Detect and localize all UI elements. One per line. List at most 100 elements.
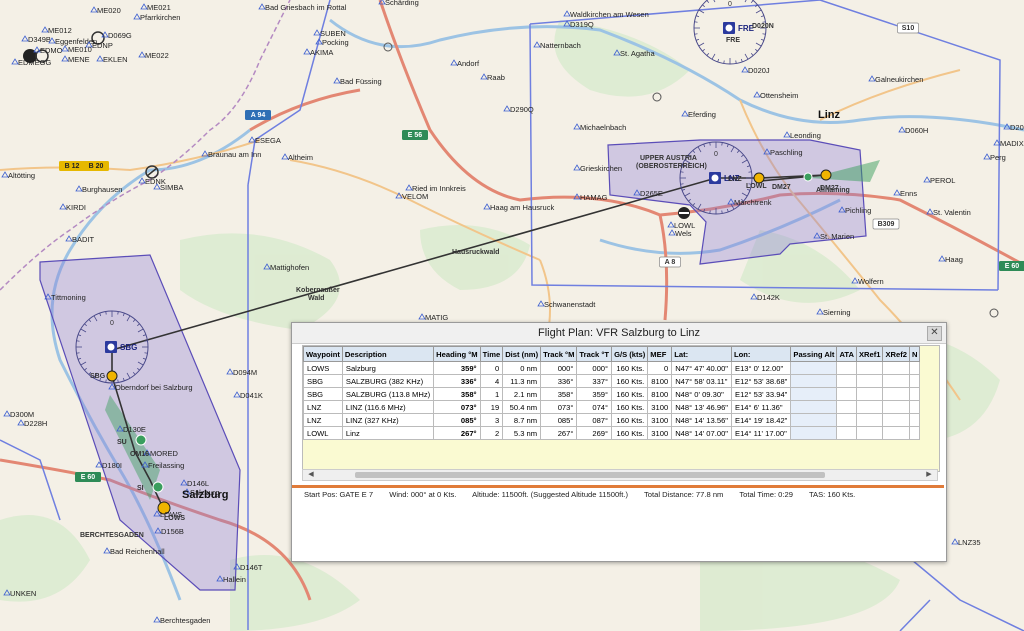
table-cell[interactable]: 359° [576, 387, 613, 401]
table-cell[interactable]: LOWS [303, 361, 343, 375]
table-cell[interactable]: 0 nm [502, 361, 542, 375]
table-cell[interactable]: N48° 14' 07.00" [671, 426, 732, 440]
table-cell[interactable] [836, 400, 857, 414]
table-row[interactable]: LOWS Salzburg 359° 0 0 nm 000° 000° 160 Kts. 0 N4… [303, 361, 921, 375]
close-button[interactable]: ✕ [927, 326, 942, 341]
table-cell[interactable]: N47° 47' 40.00" [671, 361, 732, 375]
column-header[interactable]: XRef1 [855, 346, 884, 362]
table-cell[interactable]: 160 Kts. [611, 413, 649, 427]
flight-plan-window[interactable]: Flight Plan: VFR Salzburg to Linz ✕ Wayp… [291, 322, 947, 562]
table-row[interactable]: LNZ LINZ (116.6 MHz) 073° 19 50.4 nm 073° 074°… [303, 400, 921, 414]
table-cell[interactable] [836, 361, 857, 375]
table-cell[interactable]: 8.7 nm [502, 413, 542, 427]
table-cell[interactable] [790, 413, 838, 427]
table-cell[interactable]: SBG [303, 374, 343, 388]
table-cell[interactable]: LINZ (327 KHz) [341, 413, 435, 427]
table-cell[interactable] [882, 400, 910, 414]
table-cell[interactable] [836, 426, 857, 440]
table-cell[interactable]: 000° [576, 361, 613, 375]
table-cell[interactable] [882, 374, 910, 388]
table-cell[interactable] [882, 413, 910, 427]
table-cell[interactable]: LNZ [303, 400, 343, 414]
table-cell[interactable] [908, 413, 921, 427]
table-cell[interactable] [855, 374, 884, 388]
table-cell[interactable] [790, 374, 838, 388]
table-cell[interactable] [882, 426, 910, 440]
column-header[interactable]: Time [479, 346, 504, 362]
table-cell[interactable] [855, 413, 884, 427]
table-cell[interactable] [908, 361, 921, 375]
table-cell[interactable]: 4 [479, 374, 504, 388]
table-row[interactable]: LOWL Linz 267° 2 5.3 nm 267° 269° 160 Kts. 3100 N… [303, 426, 921, 440]
table-cell[interactable] [836, 374, 857, 388]
table-cell[interactable]: LINZ (116.6 MHz) [341, 400, 435, 414]
table-cell[interactable]: SALZBURG (113.8 MHz) [341, 387, 435, 401]
table-cell[interactable]: SBG [303, 387, 343, 401]
column-header[interactable]: Track °M [540, 346, 578, 362]
column-header[interactable]: Heading °M [433, 346, 481, 362]
table-cell[interactable]: 19 [479, 400, 504, 414]
table-row[interactable]: SBG SALZBURG (113.8 MHz) 358° 1 2.1 nm 358° 35… [303, 387, 921, 401]
table-cell[interactable]: 50.4 nm [502, 400, 542, 414]
table-cell[interactable]: 358° [433, 387, 481, 401]
table-cell[interactable]: 336° [540, 374, 578, 388]
table-cell[interactable] [790, 400, 838, 414]
column-header[interactable]: Passing Alt [790, 346, 838, 362]
table-cell[interactable]: 160 Kts. [611, 361, 649, 375]
table-cell[interactable]: 2 [479, 426, 504, 440]
table-cell[interactable]: E13° 0' 12.00" [730, 361, 792, 375]
table-cell[interactable]: 1 [479, 387, 504, 401]
table-cell[interactable]: 000° [540, 361, 578, 375]
scroll-right-icon[interactable]: ▶ [923, 470, 935, 480]
table-cell[interactable]: 5.3 nm [502, 426, 542, 440]
table-cell[interactable] [836, 413, 857, 427]
table-cell[interactable]: 160 Kts. [611, 426, 649, 440]
table-cell[interactable]: E12° 53' 38.68" [730, 374, 792, 388]
table-cell[interactable]: 074° [576, 400, 613, 414]
table-cell[interactable]: LNZ [303, 413, 343, 427]
table-cell[interactable] [908, 426, 921, 440]
table-cell[interactable] [790, 426, 838, 440]
horizontal-scrollbar[interactable]: ◀ ▶ [302, 469, 938, 481]
table-cell[interactable]: 358° [540, 387, 578, 401]
table-row[interactable]: SBG SALZBURG (382 KHz) 336° 4 11.3 nm 336° 337… [303, 374, 921, 388]
table-cell[interactable]: N48° 13' 46.96" [671, 400, 732, 414]
table-cell[interactable]: 073° [540, 400, 578, 414]
table-cell[interactable]: 2.1 nm [502, 387, 542, 401]
table-cell[interactable] [855, 361, 884, 375]
table-cell[interactable] [882, 387, 910, 401]
table-cell[interactable] [790, 361, 838, 375]
column-header[interactable]: Track °T [576, 346, 613, 362]
table-cell[interactable] [855, 387, 884, 401]
table-cell[interactable]: 359° [433, 361, 481, 375]
table-cell[interactable] [908, 400, 921, 414]
table-cell[interactable] [855, 426, 884, 440]
table-cell[interactable]: 085° [540, 413, 578, 427]
flight-plan-title-bar[interactable]: Flight Plan: VFR Salzburg to Linz ✕ [292, 323, 946, 344]
table-cell[interactable]: N48° 0' 09.30" [671, 387, 732, 401]
table-cell[interactable]: 3100 [647, 413, 673, 427]
table-cell[interactable]: SALZBURG (382 KHz) [341, 374, 435, 388]
table-cell[interactable]: 085° [433, 413, 481, 427]
table-cell[interactable]: Salzburg [341, 361, 435, 375]
column-header[interactable]: Lat: [671, 346, 732, 362]
table-cell[interactable] [908, 374, 921, 388]
table-cell[interactable]: 160 Kts. [611, 374, 649, 388]
table-cell[interactable]: 267° [433, 426, 481, 440]
column-header[interactable]: Waypoint [303, 346, 343, 362]
table-cell[interactable] [855, 400, 884, 414]
table-cell[interactable]: Linz [341, 426, 435, 440]
table-cell[interactable]: 8100 [647, 387, 673, 401]
table-row[interactable]: LNZ LINZ (327 KHz) 085° 3 8.7 nm 085° 087° 160 … [303, 413, 921, 427]
table-cell[interactable] [908, 387, 921, 401]
table-cell[interactable]: 0 [647, 361, 673, 375]
scrollbar-thumb[interactable] [355, 472, 825, 478]
column-header[interactable]: Dist (nm) [502, 346, 542, 362]
column-header[interactable]: Lon: [730, 346, 792, 362]
table-cell[interactable]: N47° 58' 03.11" [671, 374, 732, 388]
table-cell[interactable]: N48° 14' 13.56" [671, 413, 732, 427]
table-cell[interactable]: 267° [540, 426, 578, 440]
column-header[interactable]: G/S (kts) [611, 346, 649, 362]
table-cell[interactable]: LOWL [303, 426, 343, 440]
table-cell[interactable]: 087° [576, 413, 613, 427]
